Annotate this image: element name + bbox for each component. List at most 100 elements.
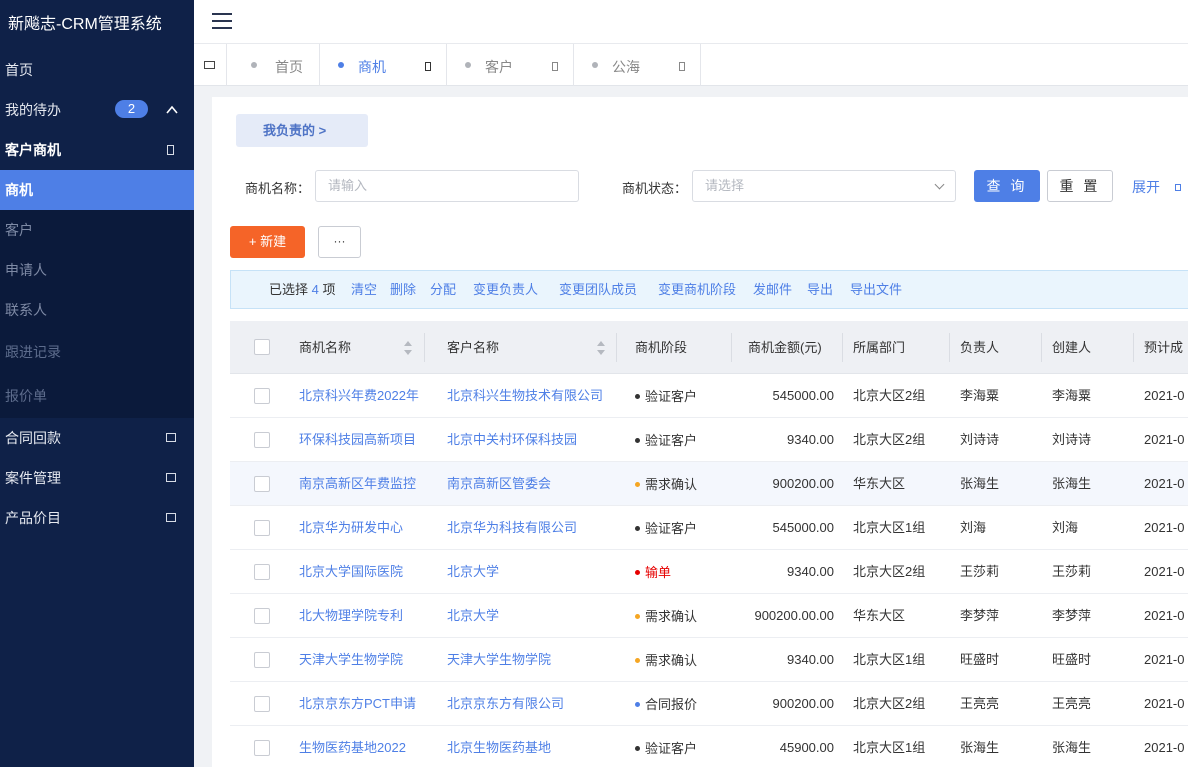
stage-cell: 需求确认 — [635, 476, 697, 494]
opportunity-name-link[interactable]: 生物医药基地2022 — [299, 726, 406, 767]
expected-date-cell: 2021-0 — [1144, 476, 1185, 491]
opportunity-name-link[interactable]: 南京高新区年费监控 — [299, 462, 416, 506]
row-checkbox[interactable] — [254, 520, 270, 536]
column-header-owner[interactable]: 负责人 — [960, 321, 999, 374]
customer-name-link[interactable]: 北京大学 — [447, 550, 499, 594]
creator-cell: 李梦萍 — [1052, 608, 1092, 623]
tab-opportunity[interactable]: 商机 — [319, 44, 446, 86]
sidebar-item-contact[interactable]: 联系人 — [0, 290, 194, 330]
column-header-dept[interactable]: 所属部门 — [853, 321, 905, 374]
stage-label: 验证客户 — [645, 521, 698, 536]
customer-name-link[interactable]: 北京京东方有限公司 — [447, 682, 564, 726]
my-responsible-filter-button[interactable]: 我负责的 > — [236, 114, 368, 147]
close-icon[interactable] — [552, 62, 558, 71]
sidebar-item-applicant[interactable]: 申请人 — [0, 250, 194, 290]
app-title: 新飚志-CRM管理系统 — [0, 0, 194, 50]
close-icon[interactable] — [425, 62, 431, 71]
table-row[interactable]: 北大物理学院专利 北京大学 需求确认 900200.00.00 华东大区 李梦萍 李梦萍 20… — [230, 594, 1188, 638]
sidebar-item-product[interactable]: 产品价目 — [0, 498, 194, 538]
opportunity-name-link[interactable]: 北京大学国际医院 — [299, 550, 403, 594]
reset-button[interactable]: 重 置 — [1047, 170, 1113, 202]
creator-cell: 张海生 — [1052, 740, 1092, 755]
sidebar-item-label: 客户 — [5, 222, 33, 238]
customer-name-link[interactable]: 北京科兴生物技术有限公司 — [447, 374, 603, 418]
sidebar-item-contract[interactable]: 合同回款 — [0, 418, 194, 458]
tabs-toggle-icon[interactable] — [204, 61, 215, 69]
clear-selection-link[interactable]: 清空 — [351, 271, 377, 308]
customer-name-link[interactable]: 南京高新区管委会 — [447, 462, 551, 506]
close-icon[interactable] — [679, 62, 685, 71]
row-checkbox[interactable] — [254, 388, 270, 404]
tab-home[interactable]: 首页 — [226, 44, 320, 86]
sidebar-item-followup[interactable]: 跟进记录 — [0, 330, 194, 374]
table-row[interactable]: 生物医药基地2022 北京生物医药基地 验证客户 45900.00 北京大区1组 张海生 张… — [230, 726, 1188, 767]
row-checkbox[interactable] — [254, 476, 270, 492]
change-stage-link[interactable]: 变更商机阶段 — [658, 271, 736, 308]
sort-icon[interactable] — [404, 341, 412, 355]
column-header-amount[interactable]: 商机金额(元) — [748, 321, 822, 374]
stage-label: 需求确认 — [645, 653, 698, 668]
opportunity-status-select[interactable]: 请选择 — [692, 170, 956, 202]
customer-name-link[interactable]: 北京大学 — [447, 594, 499, 638]
dept-cell: 北京大区1组 — [853, 520, 926, 535]
customer-name-link[interactable]: 北京中关村环保科技园 — [447, 418, 577, 462]
opportunity-name-link[interactable]: 北京科兴年费2022年 — [299, 374, 419, 418]
sort-icon[interactable] — [597, 341, 605, 355]
opportunity-name-link[interactable]: 环保科技园高新项目 — [299, 418, 416, 462]
row-checkbox[interactable] — [254, 696, 270, 712]
expand-link[interactable]: 展开 — [1132, 177, 1160, 197]
menu-toggle-icon[interactable] — [212, 13, 232, 29]
new-button[interactable]: + 新建 — [230, 226, 305, 258]
select-all-checkbox[interactable] — [254, 339, 270, 355]
table-row[interactable]: 北京科兴年费2022年 北京科兴生物技术有限公司 验证客户 545000.00 北京大区… — [230, 374, 1188, 418]
row-checkbox[interactable] — [254, 608, 270, 624]
selection-count: 4 — [311, 282, 319, 297]
export-link[interactable]: 导出 — [807, 271, 833, 308]
row-checkbox[interactable] — [254, 652, 270, 668]
assign-link[interactable]: 分配 — [430, 271, 456, 308]
opportunity-name-link[interactable]: 北京华为研发中心 — [299, 506, 403, 550]
column-header-creator[interactable]: 创建人 — [1052, 321, 1091, 374]
column-header-stage[interactable]: 商机阶段 — [635, 321, 687, 374]
table-row[interactable]: 南京高新区年费监控 南京高新区管委会 需求确认 900200.00 华东大区 张海生 张海生… — [230, 462, 1188, 506]
tab-public-pool[interactable]: 公海 — [573, 44, 701, 86]
table-row[interactable]: 北京华为研发中心 北京华为科技有限公司 验证客户 545000.00 北京大区1组 刘海 刘… — [230, 506, 1188, 550]
sidebar-menu: 首页 我的待办 2 客户商机 — [0, 50, 194, 170]
sidebar-item-todo[interactable]: 我的待办 2 — [0, 90, 194, 130]
table-row[interactable]: 环保科技园高新项目 北京中关村环保科技园 验证客户 9340.00 北京大区2组 刘诗诗 刘… — [230, 418, 1188, 462]
row-checkbox[interactable] — [254, 432, 270, 448]
customer-name-link[interactable]: 天津大学生物学院 — [447, 638, 551, 682]
table-row[interactable]: 北京大学国际医院 北京大学 输单 9340.00 北京大区2组 王莎莉 王莎莉 2021-0 — [230, 550, 1188, 594]
owner-cell: 王莎莉 — [960, 564, 1000, 579]
send-email-link[interactable]: 发邮件 — [753, 271, 792, 308]
opportunity-name-input[interactable]: 请输入 — [315, 170, 579, 202]
opportunity-name-link[interactable]: 北大物理学院专利 — [299, 594, 403, 638]
query-button[interactable]: 查 询 — [974, 170, 1040, 202]
column-header-name[interactable]: 商机名称 — [299, 321, 351, 374]
table-row[interactable]: 天津大学生物学院 天津大学生物学院 需求确认 9340.00 北京大区1组 旺盛时 旺盛时 2… — [230, 638, 1188, 682]
change-team-link[interactable]: 变更团队成员 — [559, 271, 637, 308]
more-button[interactable]: ··· — [318, 226, 361, 258]
sidebar-item-opportunity[interactable]: 商机 — [0, 170, 194, 210]
export-file-link[interactable]: 导出文件 — [850, 271, 902, 308]
sidebar-item-customer[interactable]: 客户 — [0, 210, 194, 250]
sidebar-item-quote[interactable]: 报价单 — [0, 374, 194, 418]
row-checkbox[interactable] — [254, 740, 270, 756]
sidebar-item-home[interactable]: 首页 — [0, 50, 194, 90]
opportunity-name-link[interactable]: 天津大学生物学院 — [299, 638, 403, 682]
column-separator — [949, 333, 950, 362]
column-header-expected[interactable]: 预计成交 — [1144, 321, 1188, 408]
sidebar-group-customer-opportunity[interactable]: 客户商机 — [0, 130, 194, 170]
sidebar-item-case[interactable]: 案件管理 — [0, 458, 194, 498]
tab-customer[interactable]: 客户 — [446, 44, 573, 86]
opportunity-name-link[interactable]: 北京京东方PCT申请 — [299, 682, 416, 726]
main-content: 我负责的 > 商机名称： 请输入 商机状态： 请选择 查 询 重 置 展开 + … — [212, 97, 1188, 767]
sidebar-item-label: 跟进记录 — [5, 344, 61, 360]
row-checkbox[interactable] — [254, 564, 270, 580]
customer-name-link[interactable]: 北京华为科技有限公司 — [447, 506, 577, 550]
table-row[interactable]: 北京京东方PCT申请 北京京东方有限公司 合同报价 900200.00 北京大区2组 王亮… — [230, 682, 1188, 726]
delete-link[interactable]: 删除 — [390, 271, 416, 308]
customer-name-link[interactable]: 北京生物医药基地 — [447, 726, 551, 767]
change-owner-link[interactable]: 变更负责人 — [473, 271, 538, 308]
column-header-customer[interactable]: 客户名称 — [447, 321, 499, 374]
